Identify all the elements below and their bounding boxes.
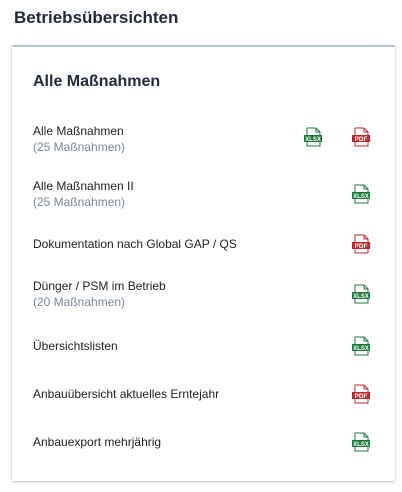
pdf-icon-text: PDF <box>355 393 368 400</box>
report-label: Anbauübersicht aktuelles Erntejahr <box>33 387 220 401</box>
xlsx-icon-text: XLSX <box>353 346 369 352</box>
report-label: Anbauexport mehrjährig <box>33 435 162 449</box>
report-count: (25 Maßnahmen) <box>33 140 126 154</box>
pdf-icon[interactable]: PDF <box>352 127 370 147</box>
xlsx-icon-text: XLSX <box>353 294 369 300</box>
report-label: Übersichtslisten <box>33 339 118 353</box>
pdf-icon-text: PDF <box>355 243 368 250</box>
card-title: Alle Maßnahmen <box>33 73 161 90</box>
report-label: Alle Maßnahmen <box>33 124 124 138</box>
xlsx-icon[interactable]: XLSX <box>352 284 370 304</box>
pdf-icon[interactable]: PDF <box>352 384 370 404</box>
report-count: (20 Maßnahmen) <box>33 295 126 309</box>
report-label: Alle Maßnahmen II <box>33 179 134 193</box>
reports-card: Alle Maßnahmen Alle Maßnahmen (25 Maßnah… <box>12 45 395 481</box>
page-title: Betriebsübersichten <box>14 8 179 27</box>
xlsx-icon[interactable]: XLSX <box>352 184 370 204</box>
xlsx-icon[interactable]: XLSX <box>304 127 322 147</box>
pdf-icon[interactable]: PDF <box>352 234 370 254</box>
xlsx-icon[interactable]: XLSX <box>352 336 370 356</box>
report-count: (25 Maßnahmen) <box>33 195 126 209</box>
report-label: Dokumentation nach Global GAP / QS <box>33 237 237 251</box>
xlsx-icon-text: XLSX <box>305 137 321 143</box>
report-label: Dünger / PSM im Betrieb <box>33 279 166 293</box>
xlsx-icon-text: XLSX <box>353 442 369 448</box>
xlsx-icon-text: XLSX <box>353 194 369 200</box>
pdf-icon-text: PDF <box>355 136 368 143</box>
xlsx-icon[interactable]: XLSX <box>352 432 370 452</box>
